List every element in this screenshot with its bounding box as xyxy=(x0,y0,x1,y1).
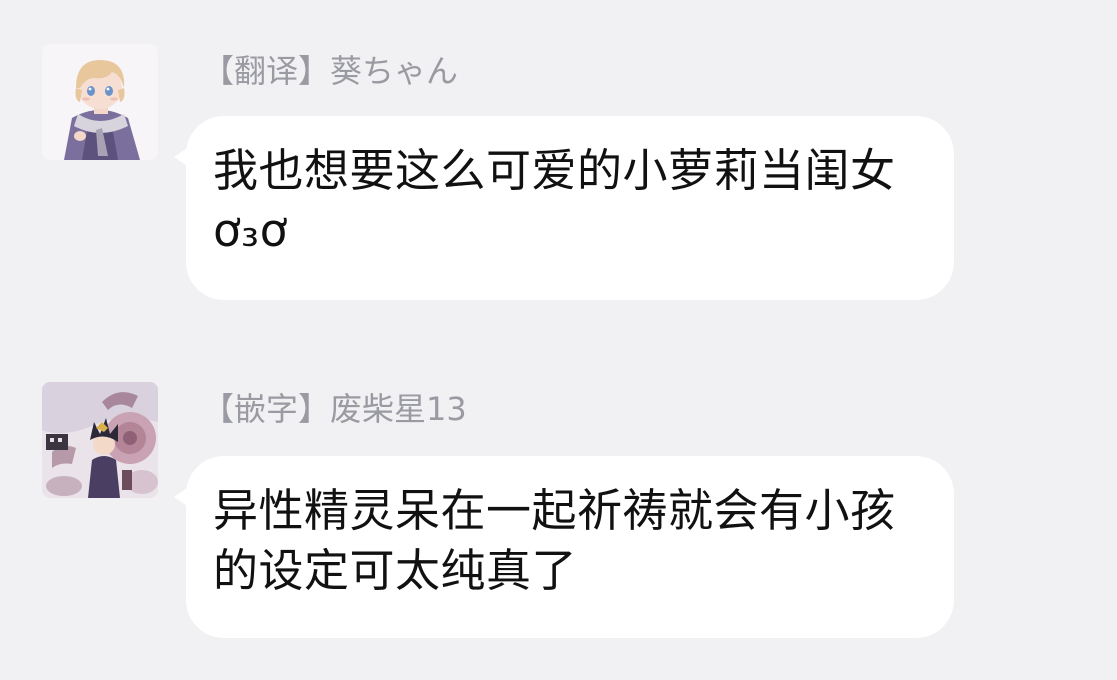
sender-name: 【嵌字】废柴星13 xyxy=(202,390,467,428)
bubble-tail xyxy=(174,486,190,508)
avatar[interactable] xyxy=(42,382,158,498)
sender-name: 【翻译】葵ちゃん xyxy=(202,52,459,90)
message-bubble[interactable]: 我也想要这么可爱的小萝莉当闺女ơ₃ơ xyxy=(174,116,954,300)
bubble-tail xyxy=(174,146,190,168)
message-text: 异性精灵呆在一起祈祷就会有小孩的设定可太纯真了 xyxy=(213,484,896,597)
anime-character-with-machine-avatar-icon xyxy=(42,382,158,498)
message-bubble[interactable]: 异性精灵呆在一起祈祷就会有小孩的设定可太纯真了 xyxy=(174,456,954,638)
message-item: 【翻译】葵ちゃん 我也想要这么可爱的小萝莉当闺女ơ₃ơ xyxy=(0,44,1117,300)
avatar[interactable] xyxy=(42,44,158,160)
message-text: 我也想要这么可爱的小萝莉当闺女ơ₃ơ xyxy=(213,144,896,257)
message-item: 【嵌字】废柴星13 异性精灵呆在一起祈祷就会有小孩的设定可太纯真了 xyxy=(0,382,1117,638)
anime-boy-scarf-avatar-icon xyxy=(42,44,158,160)
